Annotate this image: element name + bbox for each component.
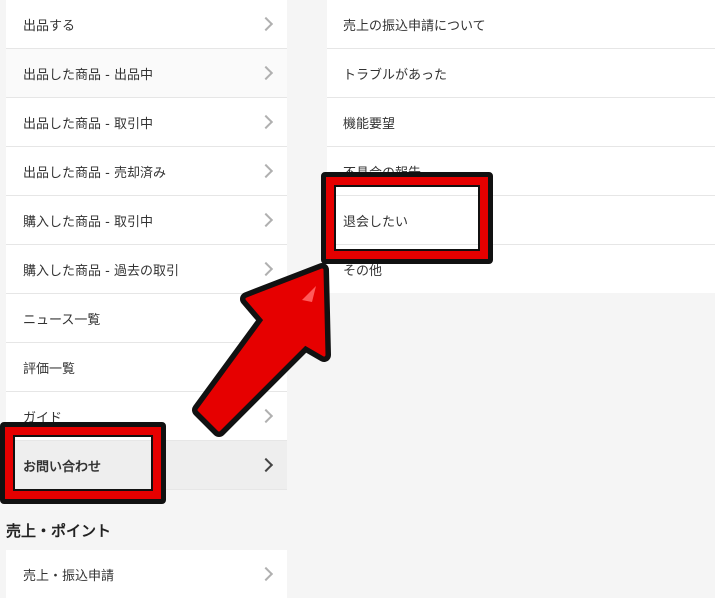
menu-item-guide[interactable]: ガイド xyxy=(6,392,287,441)
chevron-right-icon xyxy=(258,114,274,130)
menu-item-purchased-past[interactable]: 購入した商品 - 過去の取引 xyxy=(6,245,287,294)
menu-item-label: 出品した商品 - 売却済み xyxy=(23,165,166,181)
chevron-right-icon xyxy=(258,163,274,179)
contact-submenu: 売上の振込申請について トラブルがあった 機能要望 不具合の報告 退会したい そ… xyxy=(327,0,715,293)
chevron-right-icon xyxy=(258,566,274,582)
section-heading-sales: 売上・ポイント xyxy=(6,522,112,540)
submenu-item-transfer[interactable]: 売上の振込申請について xyxy=(327,0,715,49)
chevron-right-icon xyxy=(258,16,274,32)
menu-item-label: ニュース一覧 xyxy=(23,312,101,328)
menu-item-sell[interactable]: 出品する xyxy=(6,0,287,49)
chevron-right-icon xyxy=(258,212,274,228)
menu-item-listed-sold[interactable]: 出品した商品 - 売却済み xyxy=(6,147,287,196)
menu-item-label: 評価一覧 xyxy=(23,361,76,377)
main-menu: 出品する 出品した商品 - 出品中 出品した商品 - 取引中 出品した商品 - … xyxy=(6,0,287,490)
menu-item-listed-selling[interactable]: 出品した商品 - 出品中 xyxy=(6,49,287,98)
submenu-item-feature-request[interactable]: 機能要望 xyxy=(327,98,715,147)
submenu-item-trouble[interactable]: トラブルがあった xyxy=(327,49,715,98)
menu-item-label: 出品した商品 - 取引中 xyxy=(23,116,153,132)
menu-item-label: お問い合わせ xyxy=(23,459,102,475)
submenu-item-withdraw[interactable]: 退会したい xyxy=(327,196,715,245)
menu-item-label: 出品した商品 - 出品中 xyxy=(23,67,153,83)
menu-item-label: 購入した商品 - 取引中 xyxy=(23,214,153,230)
menu-item-news[interactable]: ニュース一覧 xyxy=(6,294,287,343)
chevron-right-icon xyxy=(258,457,274,473)
submenu-item-other[interactable]: その他 xyxy=(327,245,715,293)
menu-item-purchased-trading[interactable]: 購入した商品 - 取引中 xyxy=(6,196,287,245)
menu-item-listed-trading[interactable]: 出品した商品 - 取引中 xyxy=(6,98,287,147)
chevron-right-icon xyxy=(258,359,274,375)
menu-item-ratings[interactable]: 評価一覧 xyxy=(6,343,287,392)
menu-item-label: 出品する xyxy=(23,18,76,34)
chevron-right-icon xyxy=(258,261,274,277)
submenu-item-bug-report[interactable]: 不具合の報告 xyxy=(327,147,715,196)
menu-item-sales-transfer[interactable]: 売上・振込申請 xyxy=(6,550,287,598)
chevron-right-icon xyxy=(258,310,274,326)
menu-item-label: ガイド xyxy=(23,410,63,426)
menu-item-label: 購入した商品 - 過去の取引 xyxy=(23,263,179,279)
chevron-right-icon xyxy=(258,65,274,81)
menu-item-contact[interactable]: お問い合わせ xyxy=(6,441,287,490)
menu-item-label: 売上・振込申請 xyxy=(23,568,115,584)
chevron-right-icon xyxy=(258,408,274,424)
